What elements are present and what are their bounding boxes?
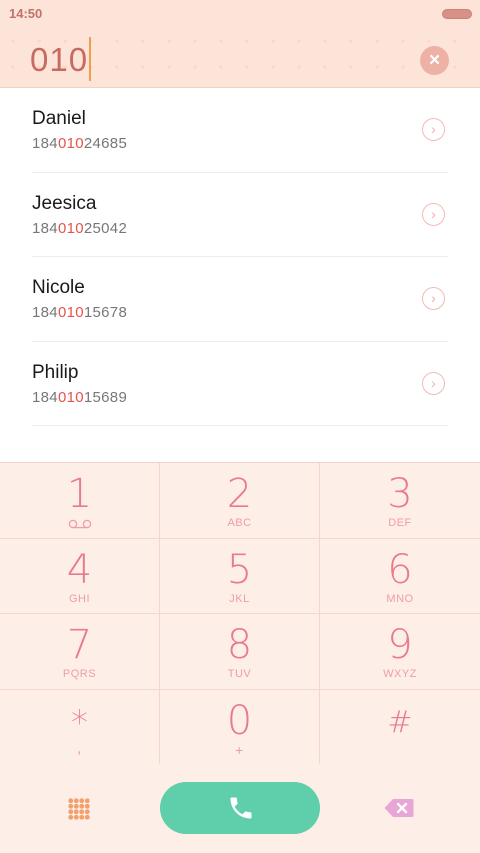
dial-input-text: 010 xyxy=(30,41,89,78)
contact-list: Daniel 18401024685 › Jeesica 18401025042… xyxy=(0,88,480,426)
key-3[interactable]: 3 DEF xyxy=(320,463,480,539)
status-bar: 14:50 xyxy=(0,0,480,28)
contact-name: Daniel xyxy=(32,108,86,129)
dial-input[interactable]: 010 xyxy=(30,37,92,82)
number-match: 010 xyxy=(57,135,84,152)
call-button[interactable] xyxy=(160,782,320,834)
backspace-icon[interactable] xyxy=(384,798,414,818)
key-hash[interactable]: # xyxy=(320,690,480,766)
contact-name: Jeesica xyxy=(32,192,97,214)
clear-icon[interactable]: × xyxy=(420,46,449,75)
contact-number: 18401015678 xyxy=(32,304,128,321)
status-time: 14:50 xyxy=(9,6,43,21)
key-4[interactable]: 4 GHI xyxy=(0,538,160,614)
voicemail-icon xyxy=(68,519,92,529)
chevron-right-icon[interactable]: › xyxy=(422,202,445,226)
chevron-right-icon[interactable]: › xyxy=(422,287,445,310)
keypad-grid-icon[interactable] xyxy=(68,798,90,820)
phone-icon xyxy=(230,797,252,819)
contact-number: 18401024685 xyxy=(32,135,128,152)
contact-name: Philip xyxy=(32,361,79,383)
key-2[interactable]: 2 ABC xyxy=(160,463,320,539)
dial-header: 010 × xyxy=(0,28,480,88)
number-match: 010 xyxy=(57,388,84,406)
key-5[interactable]: 5 JKL xyxy=(160,538,320,614)
dial-keypad: 1 2 ABC 3 DEF 4 GHI 5 JKL 6 MNO 7 PQRS 8… xyxy=(0,462,480,766)
chevron-right-icon[interactable]: › xyxy=(422,118,445,141)
battery-icon xyxy=(442,9,472,19)
contact-row[interactable]: Jeesica 18401025042 › xyxy=(32,173,448,257)
action-bar xyxy=(0,764,480,853)
contact-row[interactable]: Philip 18401015689 › xyxy=(32,342,448,426)
key-8[interactable]: 8 TUV xyxy=(160,614,320,690)
key-9[interactable]: 9 WXYZ xyxy=(320,614,480,690)
contact-row[interactable]: Daniel 18401024685 › xyxy=(32,88,448,173)
key-7[interactable]: 7 PQRS xyxy=(0,614,160,690)
contact-number: 18401015689 xyxy=(32,388,128,406)
number-match: 010 xyxy=(57,219,84,237)
key-6[interactable]: 6 MNO xyxy=(320,539,480,614)
contact-number: 18401025042 xyxy=(32,219,128,237)
chevron-right-icon[interactable]: › xyxy=(422,371,445,395)
number-match: 010 xyxy=(57,304,84,321)
key-star[interactable]: * , xyxy=(0,689,160,765)
contact-row[interactable]: Nicole 18401015678 › xyxy=(32,257,448,342)
key-1[interactable]: 1 xyxy=(0,463,160,539)
text-cursor xyxy=(89,37,92,82)
key-0[interactable]: 0 + xyxy=(160,689,320,765)
contact-name: Nicole xyxy=(32,277,85,298)
